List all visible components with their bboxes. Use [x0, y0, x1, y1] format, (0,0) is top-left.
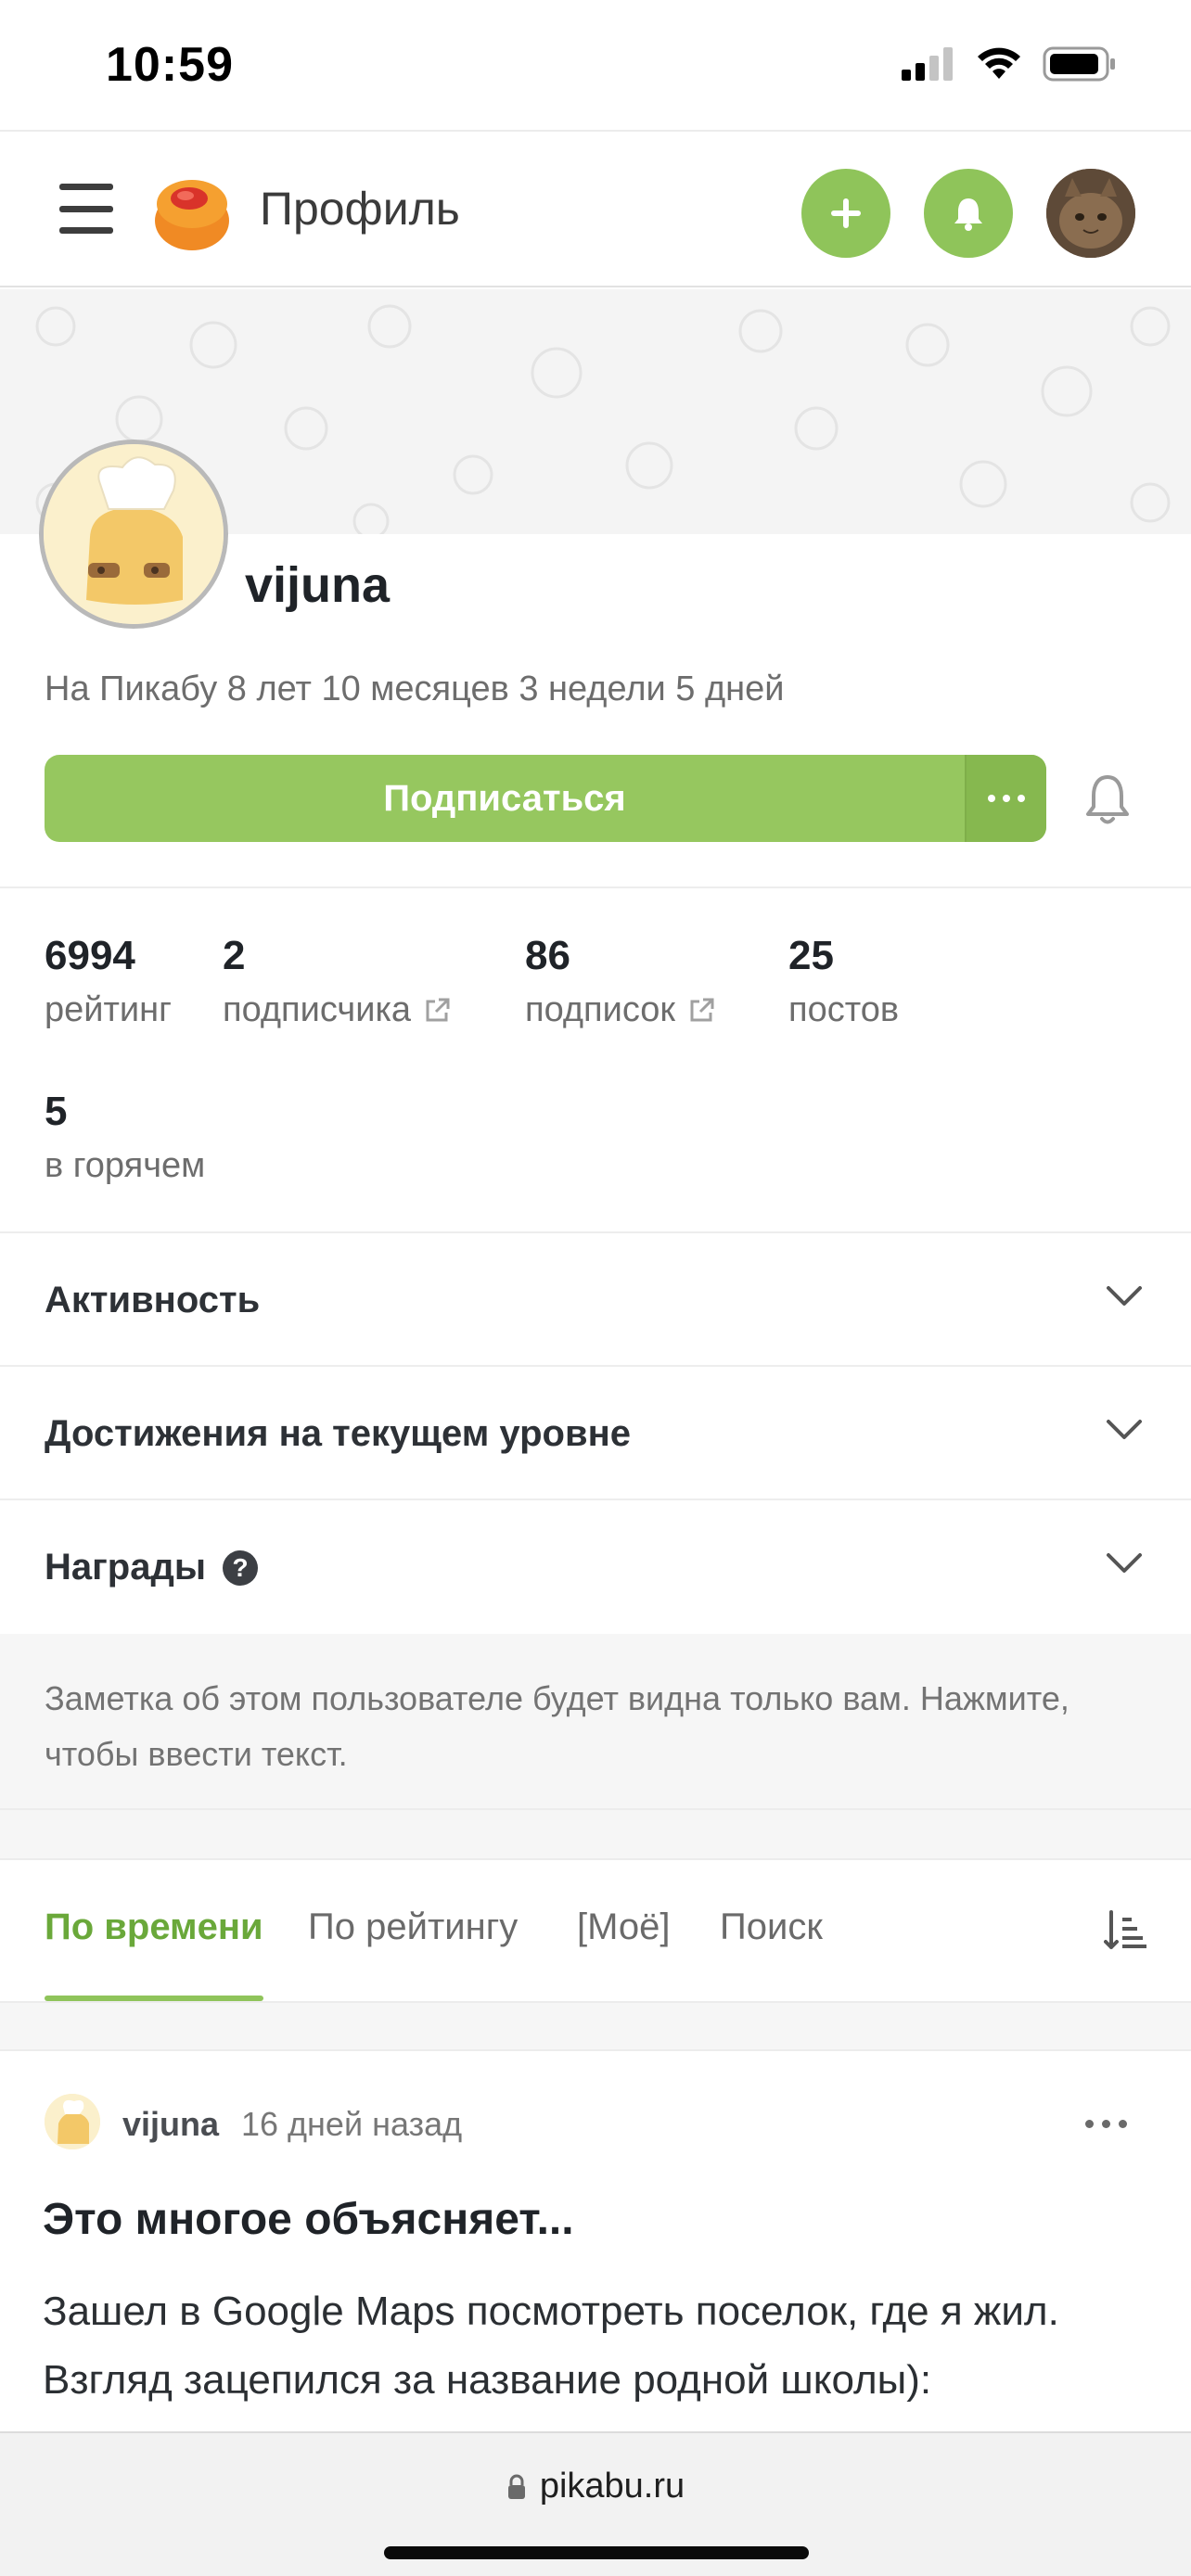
stat-posts: 25 постов: [788, 933, 899, 1030]
chevron-down-icon: [1107, 1420, 1142, 1439]
active-tab-indicator: [45, 1996, 263, 2001]
dots-icon: [988, 795, 995, 802]
add-post-button[interactable]: [801, 169, 890, 258]
browser-address-bar[interactable]: pikabu.ru: [0, 2431, 1191, 2576]
stat-rating: 6994 рейтинг: [45, 933, 172, 1030]
section-title: Награды: [45, 1547, 207, 1588]
post-card: vijuna 16 дней назад Это многое объясняе…: [0, 2049, 1191, 2439]
chevron-down-icon: [1107, 1553, 1142, 1573]
stat-value: 6994: [45, 933, 135, 978]
notifications-button[interactable]: [924, 169, 1013, 258]
stat-value: 86: [525, 933, 570, 978]
more-options-button[interactable]: [965, 755, 1046, 842]
stat-label: подписок: [525, 990, 676, 1029]
section-title: Активность: [45, 1280, 261, 1320]
feed-tabs: По времени По рейтингу [Моё] Поиск: [0, 1858, 1191, 2003]
bell-icon: [954, 198, 982, 231]
note-text: Заметка об этом пользователе будет видна…: [45, 1679, 1069, 1773]
post-time: 16 дней назад: [241, 2105, 463, 2143]
menu-icon[interactable]: [59, 184, 113, 234]
post-more-button[interactable]: [1085, 2120, 1127, 2128]
chevron-down-icon: [1107, 1286, 1142, 1306]
stat-value: 5: [45, 1089, 68, 1134]
tab-search[interactable]: Поиск: [720, 1906, 823, 1948]
stat-value: 25: [788, 933, 834, 978]
status-icons: [902, 46, 1117, 82]
tab-by-rating[interactable]: По рейтингу: [308, 1906, 518, 1948]
home-indicator[interactable]: [384, 2546, 809, 2559]
external-link-icon: [690, 998, 714, 1021]
plus-icon: [831, 198, 861, 228]
user-note[interactable]: Заметка об этом пользователе будет видна…: [0, 1634, 1191, 1810]
spacer: [0, 2003, 1191, 2049]
url-text: pikabu.ru: [539, 2467, 685, 2506]
post-title[interactable]: Это многое объясняет...: [43, 2194, 574, 2245]
app-header: Профиль: [0, 130, 1191, 287]
post-author-avatar[interactable]: [45, 2094, 100, 2149]
wifi-icon: [978, 47, 1020, 79]
status-time: 10:59: [106, 38, 234, 92]
stat-hot: 5 в горячем: [45, 1089, 205, 1186]
member-since: На Пикабу 8 лет 10 месяцев 3 недели 5 дн…: [45, 670, 785, 708]
stat-label: постов: [788, 990, 900, 1029]
bell-outline-icon[interactable]: [1083, 772, 1132, 827]
stat-label: рейтинг: [45, 990, 172, 1029]
stat-label: в горячем: [45, 1146, 206, 1185]
spacer: [0, 1810, 1191, 1860]
post-author[interactable]: vijuna: [122, 2105, 219, 2144]
help-icon[interactable]: ?: [223, 1549, 259, 1586]
section-activity[interactable]: Активность: [0, 1233, 1191, 1367]
external-link-icon: [426, 998, 450, 1021]
stat-subscriptions[interactable]: 86 подписок: [525, 933, 716, 1030]
pikabu-logo[interactable]: [148, 167, 236, 254]
page-title: Профиль: [260, 183, 460, 235]
section-title: Достижения на текущем уровне: [45, 1413, 631, 1454]
divider: [0, 886, 1191, 888]
section-awards[interactable]: Награды ?: [0, 1500, 1191, 1634]
tab-mine[interactable]: [Моё]: [577, 1906, 671, 1948]
signal-icon: [902, 47, 953, 81]
tab-by-time[interactable]: По времени: [45, 1906, 263, 1948]
username: vijuna: [245, 557, 391, 613]
sort-icon[interactable]: [1104, 1908, 1148, 1953]
stat-label: подписчика: [223, 990, 412, 1029]
post-body: Зашел в Google Maps посмотреть поселок, …: [43, 2289, 1059, 2403]
user-avatar[interactable]: [1046, 169, 1135, 258]
profile-avatar[interactable]: [39, 440, 228, 629]
stat-value: 2: [223, 933, 246, 978]
subscribe-button-group: Подписаться: [45, 755, 1046, 842]
section-achievements[interactable]: Достижения на текущем уровне: [0, 1367, 1191, 1500]
stat-subscribers[interactable]: 2 подписчика: [223, 933, 452, 1030]
status-bar: 10:59: [0, 0, 1191, 130]
subscribe-button[interactable]: Подписаться: [45, 755, 965, 842]
battery-icon: [1043, 46, 1115, 82]
lock-icon: [507, 2474, 525, 2499]
